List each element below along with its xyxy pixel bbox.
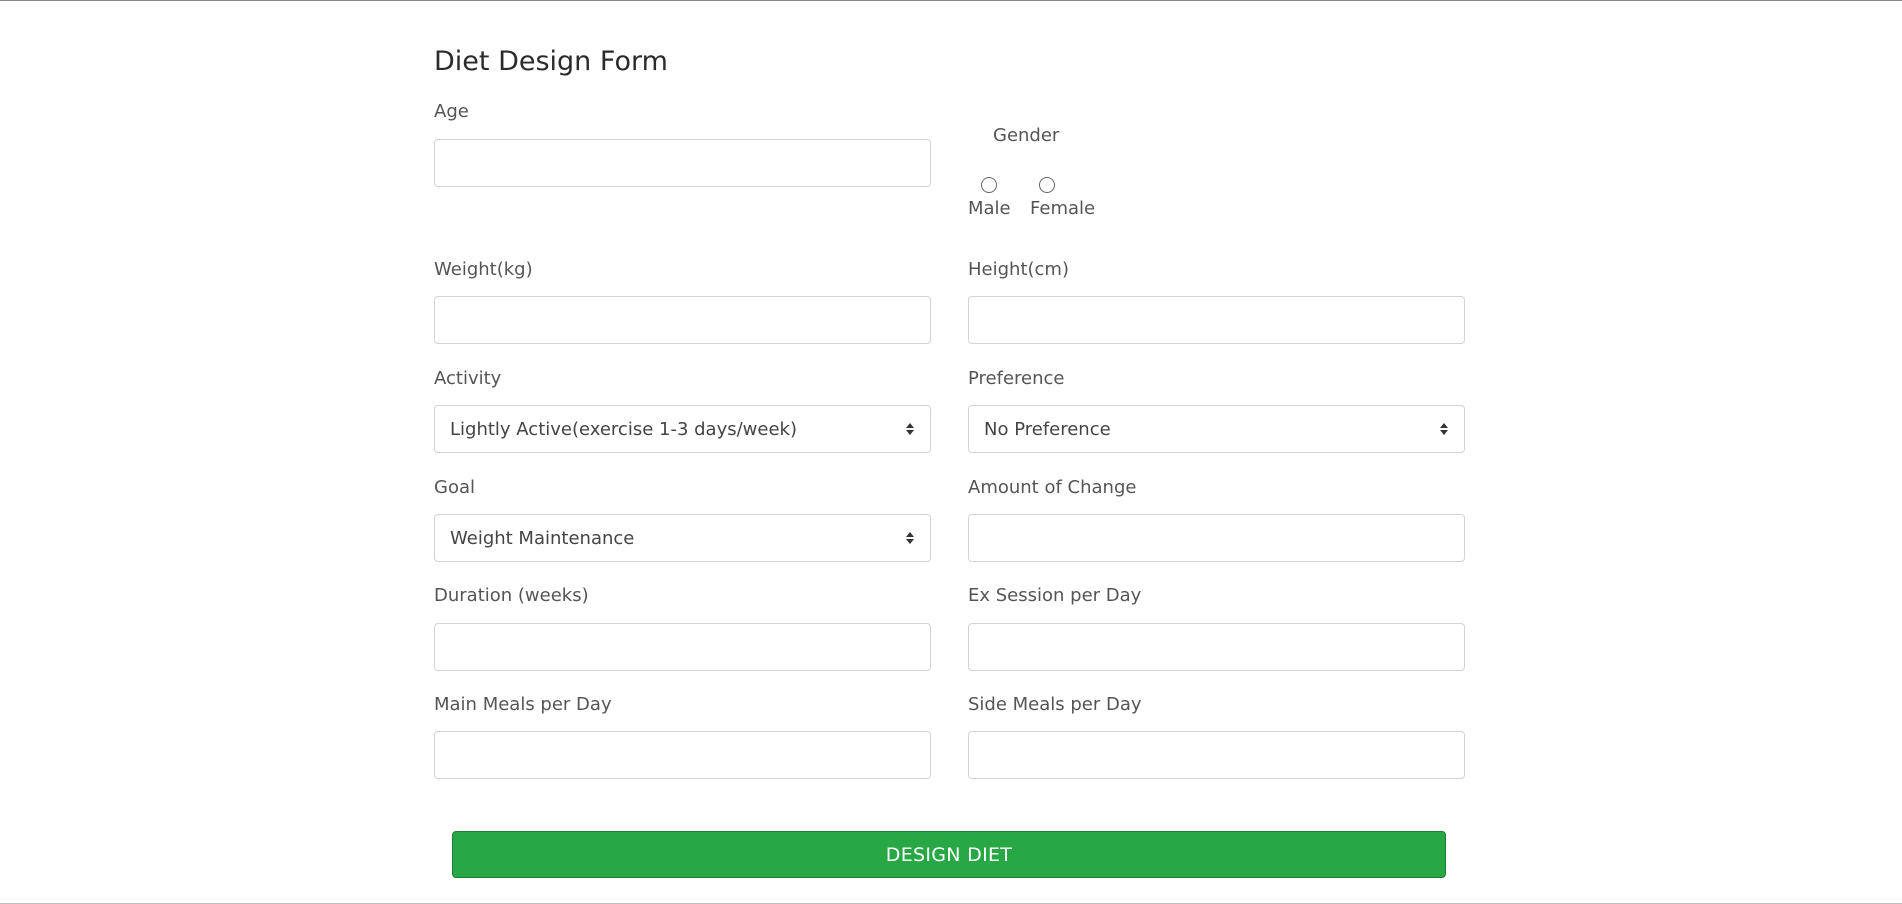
goal-select[interactable]: Weight Maintenance bbox=[434, 514, 931, 562]
gender-female-radio[interactable] bbox=[1039, 177, 1055, 193]
height-input[interactable] bbox=[968, 296, 1465, 344]
height-label: Height(cm) bbox=[968, 259, 1069, 280]
age-input[interactable] bbox=[434, 139, 931, 187]
page-title: Diet Design Form bbox=[434, 46, 668, 77]
preference-label: Preference bbox=[968, 368, 1065, 389]
activity-selected-value: Lightly Active(exercise 1-3 days/week) bbox=[450, 418, 797, 440]
preference-select[interactable]: No Preference bbox=[968, 405, 1465, 453]
select-caret-icon bbox=[905, 423, 915, 435]
gender-female-label[interactable]: Female bbox=[1030, 198, 1095, 220]
top-border bbox=[0, 0, 1902, 1]
weight-input[interactable] bbox=[434, 296, 931, 344]
side-meals-input[interactable] bbox=[968, 731, 1465, 779]
age-label: Age bbox=[434, 101, 469, 122]
side-meals-label: Side Meals per Day bbox=[968, 694, 1142, 715]
design-diet-button-label: DESIGN DIET bbox=[885, 843, 1013, 866]
goal-selected-value: Weight Maintenance bbox=[450, 527, 635, 549]
goal-label: Goal bbox=[434, 477, 475, 498]
activity-select[interactable]: Lightly Active(exercise 1-3 days/week) bbox=[434, 405, 931, 453]
ex-session-label: Ex Session per Day bbox=[968, 585, 1142, 606]
amount-of-change-input[interactable] bbox=[968, 514, 1465, 562]
ex-session-input[interactable] bbox=[968, 623, 1465, 671]
gender-male-radio[interactable] bbox=[981, 177, 997, 193]
main-meals-input[interactable] bbox=[434, 731, 931, 779]
duration-input[interactable] bbox=[434, 623, 931, 671]
amount-of-change-label: Amount of Change bbox=[968, 477, 1137, 498]
select-caret-icon bbox=[905, 532, 915, 544]
preference-selected-value: No Preference bbox=[984, 418, 1111, 440]
activity-label: Activity bbox=[434, 368, 502, 389]
main-meals-label: Main Meals per Day bbox=[434, 694, 612, 715]
gender-label: Gender bbox=[993, 125, 1060, 146]
select-caret-icon bbox=[1439, 423, 1449, 435]
design-diet-button[interactable]: DESIGN DIET bbox=[452, 831, 1446, 878]
gender-male-label[interactable]: Male bbox=[968, 198, 1011, 220]
duration-label: Duration (weeks) bbox=[434, 585, 589, 606]
weight-label: Weight(kg) bbox=[434, 259, 533, 280]
